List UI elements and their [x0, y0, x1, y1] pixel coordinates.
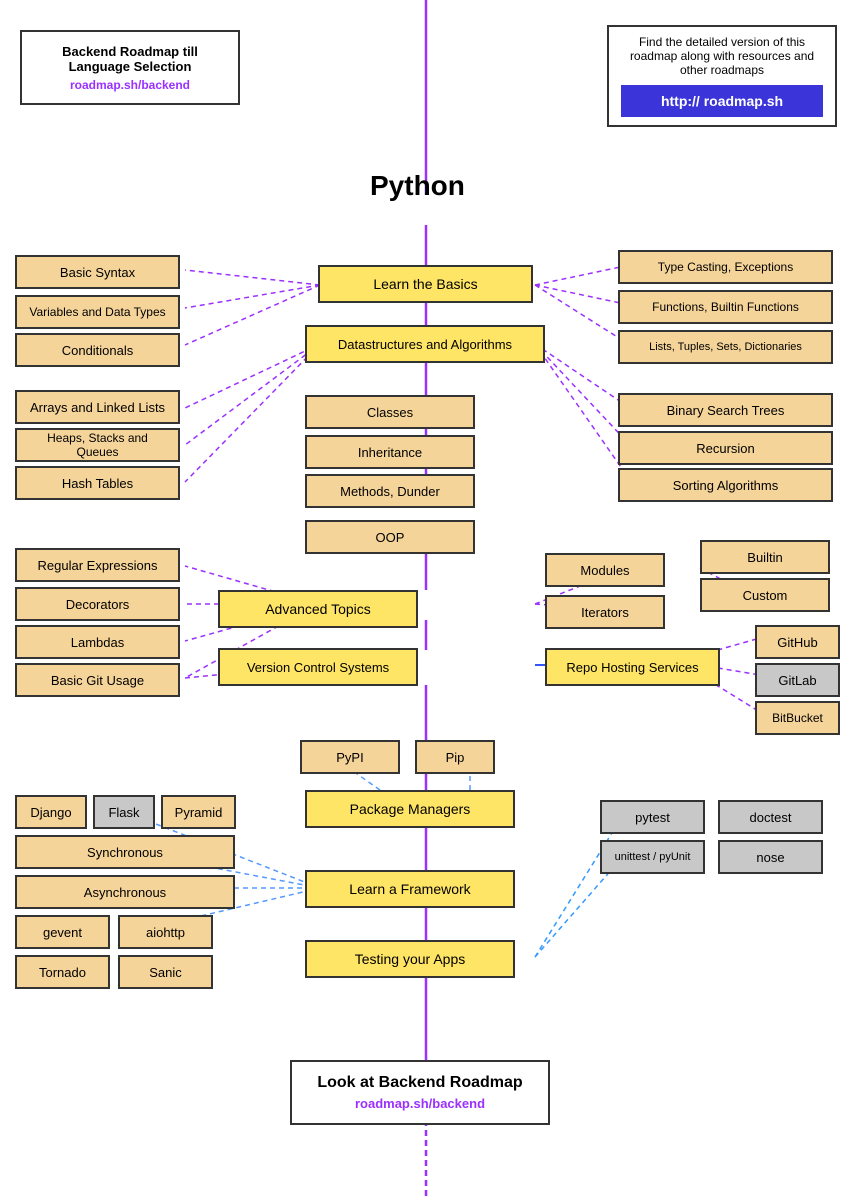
footer-title: Look at Backend Roadmap — [317, 1074, 522, 1092]
repo-hosting-box[interactable]: Repo Hosting Services — [545, 648, 720, 686]
learn-basics-box[interactable]: Learn the Basics — [318, 265, 533, 303]
footer-box: Look at Backend Roadmap roadmap.sh/backe… — [290, 1060, 550, 1125]
pip-box: Pip — [415, 740, 495, 774]
basic-syntax-box: Basic Syntax — [15, 255, 180, 289]
sanic-box: Sanic — [118, 955, 213, 989]
tornado-box: Tornado — [15, 955, 110, 989]
roadmap-container: Backend Roadmap till Language Selection … — [0, 0, 852, 1200]
binary-search-box: Binary Search Trees — [618, 393, 833, 427]
lists-box: Lists, Tuples, Sets, Dictionaries — [618, 330, 833, 364]
pytest-box: pytest — [600, 800, 705, 834]
nose-box: nose — [718, 840, 823, 874]
header-title-box: Backend Roadmap till Language Selection … — [20, 30, 240, 105]
heaps-box: Heaps, Stacks and Queues — [15, 428, 180, 462]
functions-box: Functions, Builtin Functions — [618, 290, 833, 324]
type-casting-box: Type Casting, Exceptions — [618, 250, 833, 284]
package-managers-box[interactable]: Package Managers — [305, 790, 515, 828]
doctest-box: doctest — [718, 800, 823, 834]
header-link[interactable]: roadmap.sh/backend — [30, 78, 230, 92]
ds-algo-box[interactable]: Datastructures and Algorithms — [305, 325, 545, 363]
gevent-box: gevent — [15, 915, 110, 949]
regular-expr-box: Regular Expressions — [15, 548, 180, 582]
testing-box[interactable]: Testing your Apps — [305, 940, 515, 978]
iterators-box: Iterators — [545, 595, 665, 629]
conditionals-box: Conditionals — [15, 333, 180, 367]
lambdas-box: Lambdas — [15, 625, 180, 659]
django-box: Django — [15, 795, 87, 829]
aiohttp-box: aiohttp — [118, 915, 213, 949]
classes-box: Classes — [305, 395, 475, 429]
recursion-box: Recursion — [618, 431, 833, 465]
synchronous-box: Synchronous — [15, 835, 235, 869]
oop-box: OOP — [305, 520, 475, 554]
builtin-box: Builtin — [700, 540, 830, 574]
learn-framework-box[interactable]: Learn a Framework — [305, 870, 515, 908]
info-text: Find the detailed version of this roadma… — [621, 35, 823, 77]
asynchronous-box: Asynchronous — [15, 875, 235, 909]
advanced-topics-box[interactable]: Advanced Topics — [218, 590, 418, 628]
variables-box: Variables and Data Types — [15, 295, 180, 329]
flask-box: Flask — [93, 795, 155, 829]
pypi-box: PyPI — [300, 740, 400, 774]
gitlab-box: GitLab — [755, 663, 840, 697]
methods-box: Methods, Dunder — [305, 474, 475, 508]
footer-link[interactable]: roadmap.sh/backend — [317, 1096, 522, 1111]
hash-tables-box: Hash Tables — [15, 466, 180, 500]
header-title: Backend Roadmap till Language Selection — [30, 44, 230, 74]
custom-box: Custom — [700, 578, 830, 612]
pyramid-box: Pyramid — [161, 795, 236, 829]
inheritance-box: Inheritance — [305, 435, 475, 469]
decorators-box: Decorators — [15, 587, 180, 621]
unittest-box: unittest / pyUnit — [600, 840, 705, 874]
version-control-box[interactable]: Version Control Systems — [218, 648, 418, 686]
bitbucket-box: BitBucket — [755, 701, 840, 735]
roadmap-url-button[interactable]: http:// roadmap.sh — [621, 85, 823, 117]
python-title: Python — [370, 170, 465, 202]
arrays-box: Arrays and Linked Lists — [15, 390, 180, 424]
basic-git-box: Basic Git Usage — [15, 663, 180, 697]
github-box: GitHub — [755, 625, 840, 659]
modules-box: Modules — [545, 553, 665, 587]
sorting-box: Sorting Algorithms — [618, 468, 833, 502]
info-box: Find the detailed version of this roadma… — [607, 25, 837, 127]
